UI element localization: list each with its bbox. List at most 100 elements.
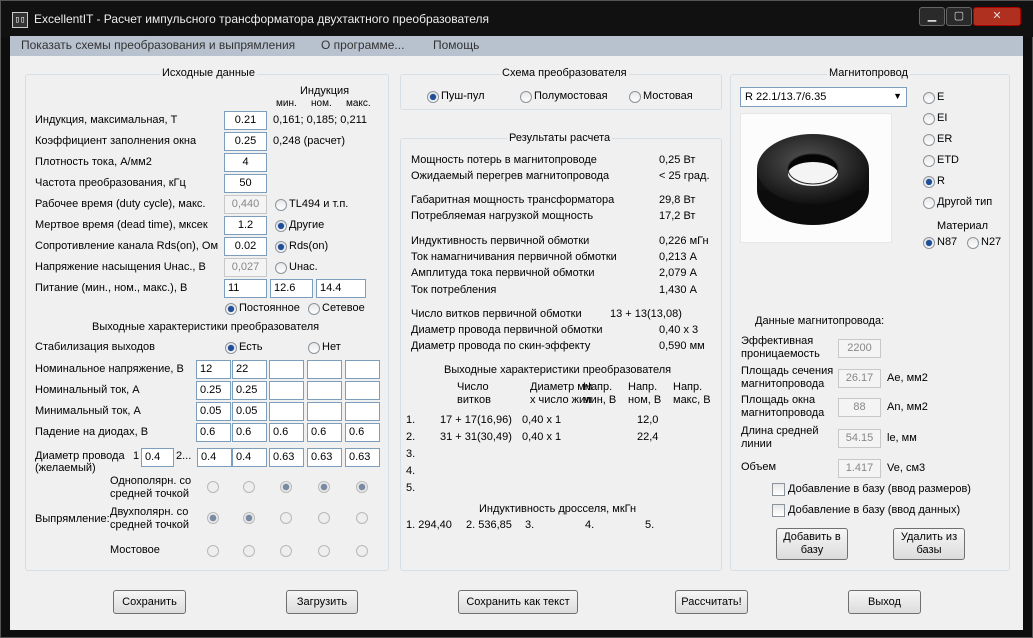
input-mode-radio[interactable] (275, 262, 287, 274)
output-cell-input[interactable]: 22 (232, 360, 267, 379)
scheme-radio[interactable] (427, 91, 439, 103)
input-value[interactable]: 0.21 (224, 111, 267, 130)
rect-mode-radio[interactable] (318, 481, 330, 493)
calculate-button[interactable]: Рассчитать! (675, 590, 748, 614)
scheme-radio[interactable] (629, 91, 641, 103)
stab-no-radio[interactable] (308, 342, 320, 354)
output-cell-input[interactable]: 0.63 (269, 448, 304, 467)
save-button[interactable]: Сохранить (113, 590, 186, 614)
output-cell-input[interactable]: 12 (196, 360, 231, 379)
output-cell-input[interactable] (345, 381, 380, 400)
rect-mode-radio[interactable] (356, 512, 368, 524)
output-cell-input[interactable]: 0.6 (307, 423, 342, 442)
input-mode-label: TL494 и т.п. (289, 198, 349, 210)
material-n27-radio[interactable] (967, 237, 979, 249)
output-label: Падение на диодах, В (35, 426, 149, 438)
supply-voltage-input[interactable]: 12.6 (270, 279, 313, 298)
app-icon[interactable]: ▯▯ (12, 12, 28, 28)
supply-ac-radio[interactable] (308, 303, 320, 315)
input-value[interactable]: 50 (224, 174, 267, 193)
save-as-text-button[interactable]: Сохранить как текст (458, 590, 578, 614)
input-value[interactable]: 0.25 (224, 132, 267, 151)
add-db-data-checkbox[interactable] (772, 504, 785, 517)
output-cell-input[interactable]: 0.63 (345, 448, 380, 467)
output-title: Выходные характеристики преобразователя (92, 321, 320, 333)
rect-mode-radio[interactable] (243, 512, 255, 524)
core-select[interactable]: R 22.1/13.7/6.35 ▼ (740, 87, 907, 107)
rect-mode-radio[interactable] (207, 512, 219, 524)
close-icon[interactable]: ✕ (973, 7, 1021, 26)
input-value[interactable]: 0,440 (224, 195, 267, 214)
output-cell-input[interactable]: 0.4 (232, 448, 267, 467)
output-cell-input[interactable]: 0.63 (307, 448, 342, 467)
core-param-value[interactable]: 88 (838, 398, 881, 417)
core-param-value[interactable]: 26.17 (838, 369, 881, 388)
scheme-radio[interactable] (520, 91, 532, 103)
output-cell-input[interactable] (269, 360, 304, 379)
input-mode-radio[interactable] (275, 220, 287, 232)
input-mode-radio[interactable] (275, 241, 287, 253)
core-type-radio[interactable] (923, 176, 935, 188)
core-type-radio[interactable] (923, 92, 935, 104)
rect-mode-radio[interactable] (207, 481, 219, 493)
output-cell-input[interactable]: 0.6 (269, 423, 304, 442)
core-param-value[interactable]: 54.15 (838, 429, 881, 448)
output-cell-input[interactable] (345, 402, 380, 421)
stab-yes-radio[interactable] (225, 342, 237, 354)
core-type-radio[interactable] (923, 134, 935, 146)
output-cell-input[interactable]: 0.6 (345, 423, 380, 442)
output-cell-input[interactable] (269, 402, 304, 421)
wire-primary-input[interactable]: 0.4 (141, 448, 174, 467)
output-cell-input[interactable]: 0.05 (196, 402, 231, 421)
core-type-radio[interactable] (923, 155, 935, 167)
supply-voltage-input[interactable]: 11 (224, 279, 267, 298)
core-param-value[interactable]: 1.417 (838, 459, 881, 478)
output-cell-input[interactable] (307, 360, 342, 379)
output-cell-input[interactable]: 0.4 (197, 448, 232, 467)
result-label: Диаметр провода по скин-эффекту (411, 340, 591, 352)
rect-mode-radio[interactable] (318, 545, 330, 557)
rect-mode-radio[interactable] (280, 512, 292, 524)
minimize-icon[interactable]: ▁ (919, 7, 945, 26)
load-button[interactable]: Загрузить (286, 590, 358, 614)
rect-mode-radio[interactable] (356, 545, 368, 557)
core-type-radio[interactable] (923, 113, 935, 125)
output-cell-input[interactable]: 0.25 (196, 381, 231, 400)
result-value: 0,590 мм (659, 340, 705, 352)
output-cell-input[interactable] (269, 381, 304, 400)
output-cell-input[interactable] (345, 360, 380, 379)
input-mode-radio[interactable] (275, 199, 287, 211)
rect-mode-radio[interactable] (280, 481, 292, 493)
remove-from-db-button[interactable]: Удалить из базы (893, 528, 965, 560)
exit-button[interactable]: Выход (848, 590, 921, 614)
menu-show-schemes[interactable]: Показать схемы преобразования и выпрямле… (21, 38, 295, 52)
supply-voltage-input[interactable]: 14.4 (316, 279, 366, 298)
results-row-wire: 0,40 x 1 (522, 414, 562, 426)
core-type-label: ETD (937, 154, 959, 166)
output-cell-input[interactable]: 0.25 (232, 381, 267, 400)
rect-mode-radio[interactable] (243, 545, 255, 557)
supply-dc-radio[interactable] (225, 303, 237, 315)
core-type-radio[interactable] (923, 197, 935, 209)
input-value[interactable]: 0,027 (224, 258, 267, 277)
output-cell-input[interactable]: 0.6 (196, 423, 231, 442)
core-param-value[interactable]: 2200 (838, 339, 881, 358)
input-value[interactable]: 1.2 (224, 216, 267, 235)
rect-mode-radio[interactable] (356, 481, 368, 493)
input-value[interactable]: 0.02 (224, 237, 267, 256)
maximize-icon[interactable]: ▢ (946, 7, 972, 26)
rect-mode-radio[interactable] (207, 545, 219, 557)
output-cell-input[interactable] (307, 402, 342, 421)
output-cell-input[interactable]: 0.05 (232, 402, 267, 421)
rect-mode-radio[interactable] (318, 512, 330, 524)
output-cell-input[interactable]: 0.6 (232, 423, 267, 442)
rect-mode-radio[interactable] (243, 481, 255, 493)
material-n87-radio[interactable] (923, 237, 935, 249)
add-to-db-button[interactable]: Добавить в базу (776, 528, 848, 560)
rect-mode-radio[interactable] (280, 545, 292, 557)
menu-about[interactable]: О программе... (321, 38, 404, 52)
output-cell-input[interactable] (307, 381, 342, 400)
input-value[interactable]: 4 (224, 153, 267, 172)
menu-help[interactable]: Помощь (433, 38, 479, 52)
add-db-dimensions-checkbox[interactable] (772, 483, 785, 496)
